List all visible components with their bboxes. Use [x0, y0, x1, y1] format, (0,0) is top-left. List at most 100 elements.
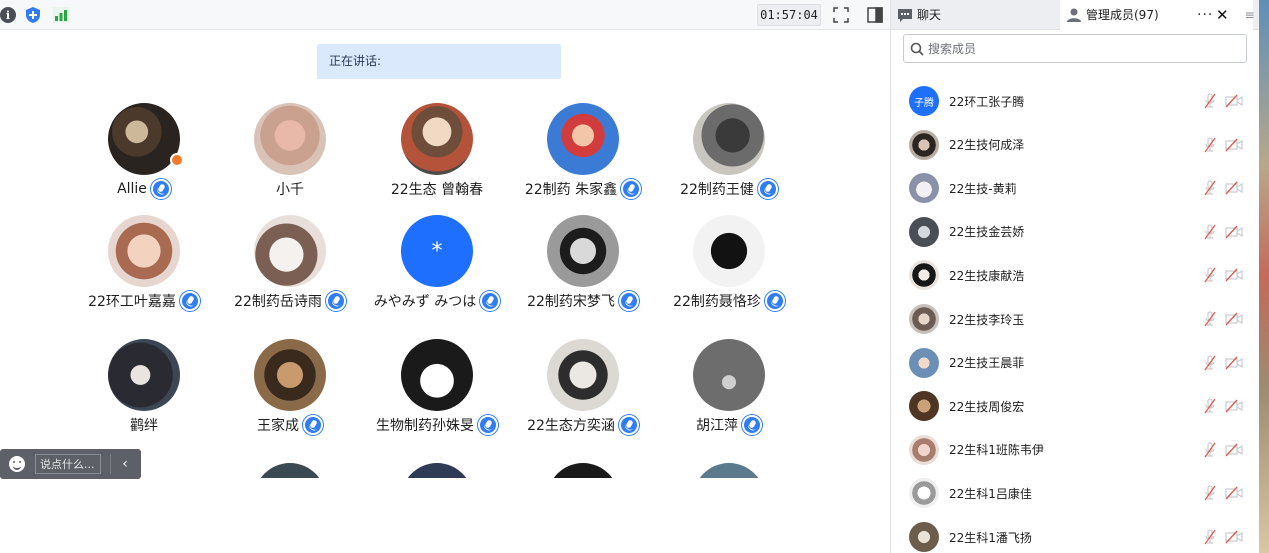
member-row[interactable]: 子腾 22环工张子腾: [891, 79, 1260, 123]
participant-name: 鹳绊: [130, 418, 158, 434]
member-row[interactable]: 22生科1班陈韦伊: [891, 428, 1260, 472]
mic-muted-icon[interactable]: [1203, 529, 1217, 545]
mic-on-icon: [480, 291, 501, 311]
member-row[interactable]: 22生技金芸娇: [891, 210, 1260, 254]
mic-muted-icon[interactable]: [1203, 485, 1217, 501]
camera-off-icon[interactable]: [1225, 181, 1243, 195]
participant-tile[interactable]: 生物制药孙姝旻: [364, 339, 510, 449]
participant-grid: 正在讲话: Allie 小千 22生态 曾翰春 22制药 朱家鑫 22制药王健 22环工叶…: [0, 0, 890, 478]
member-row[interactable]: 22生技康献浩: [891, 253, 1260, 297]
participant-name-row: 22生态方奕涵: [510, 415, 656, 435]
participant-tile[interactable]: 小千: [217, 103, 363, 213]
participant-tile[interactable]: 22生态方奕涵: [510, 339, 656, 449]
participant-tile[interactable]: 22制药岳诗雨: [217, 215, 363, 325]
participant-name-row: 22制药王健: [656, 179, 802, 199]
participant-name: 胡江萍: [696, 418, 738, 434]
member-avatar: [909, 522, 939, 552]
participant-tile[interactable]: 鹳绊: [71, 339, 217, 449]
participant-tile-partial[interactable]: [217, 463, 363, 478]
member-row[interactable]: 22生技周俊宏: [891, 384, 1260, 428]
camera-off-icon[interactable]: [1225, 225, 1243, 239]
camera-off-icon[interactable]: [1225, 312, 1243, 326]
mic-muted-icon[interactable]: [1203, 398, 1217, 414]
camera-off-icon[interactable]: [1225, 268, 1243, 282]
participant-name-row: 22制药岳诗雨: [217, 291, 363, 311]
mic-muted-icon[interactable]: [1203, 180, 1217, 196]
chat-input[interactable]: [35, 454, 101, 474]
mic-muted-icon[interactable]: [1203, 267, 1217, 283]
participant-avatar: [254, 463, 326, 478]
member-name: 22生技金芸娇: [949, 225, 1025, 240]
mic-muted-icon[interactable]: [1203, 442, 1217, 458]
camera-off-icon[interactable]: [1225, 138, 1243, 152]
mic-on-icon: [618, 415, 639, 435]
mic-on-icon: [618, 291, 639, 311]
camera-off-icon[interactable]: [1225, 530, 1243, 544]
participant-avatar: [547, 103, 619, 175]
member-name: 22生技康献浩: [949, 268, 1025, 283]
participant-tile[interactable]: 22环工叶嘉嘉: [71, 215, 217, 325]
participant-name: Allie: [117, 181, 147, 197]
participant-tile-partial[interactable]: [656, 463, 802, 478]
member-name: 22生技周俊宏: [949, 399, 1025, 414]
participant-name: 生物制药孙姝旻: [376, 418, 474, 434]
mic-muted-icon[interactable]: [1203, 136, 1217, 153]
participant-tile[interactable]: 22制药王健: [656, 103, 802, 213]
camera-off-icon[interactable]: [1225, 443, 1243, 457]
participant-avatar: *: [401, 215, 473, 287]
chevron-left-icon[interactable]: ‹: [115, 454, 135, 474]
camera-off-icon[interactable]: [1225, 399, 1243, 413]
participant-avatar: [401, 103, 473, 175]
panel-tabs: 聊天 管理成员(97) ··· ✕ ≡: [891, 0, 1260, 30]
mic-on-icon: [742, 415, 762, 435]
participant-name: 22制药王健: [680, 182, 754, 198]
mic-muted-icon[interactable]: [1203, 311, 1217, 327]
member-row[interactable]: 22生科1吕康佳: [891, 471, 1260, 515]
mic-on-icon: [621, 179, 642, 199]
member-name: 22生技王晨菲: [949, 356, 1025, 371]
participant-name: 22制药岳诗雨: [234, 294, 322, 310]
mic-on-icon: [764, 291, 785, 311]
participant-tile-partial[interactable]: [510, 463, 656, 478]
camera-off-icon[interactable]: [1225, 486, 1243, 500]
participant-name-row: 22环工叶嘉嘉: [71, 291, 217, 311]
camera-off-icon[interactable]: [1225, 94, 1243, 108]
member-name: 22生技何成泽: [949, 138, 1025, 153]
member-row[interactable]: 22生技何成泽: [891, 123, 1260, 167]
more-icon[interactable]: ···: [1197, 0, 1213, 30]
menu-icon[interactable]: ≡: [1239, 0, 1260, 30]
participant-tile[interactable]: 22制药聂恪珍: [656, 215, 802, 325]
member-name: 22生科1潘飞扬: [949, 530, 1032, 545]
close-icon[interactable]: ✕: [1216, 0, 1229, 30]
tab-chat[interactable]: 聊天: [891, 0, 1057, 30]
participant-avatar: [401, 463, 473, 478]
member-row[interactable]: 22生技李玲玉: [891, 297, 1260, 341]
member-row[interactable]: 22生技-黄莉: [891, 166, 1260, 210]
member-panel: 聊天 管理成员(97) ··· ✕ ≡ 子腾 22环工张子腾 22生技何成泽 22生技…: [890, 0, 1260, 553]
participant-tile[interactable]: * みやみず みつは: [364, 215, 510, 325]
tab-members[interactable]: 管理成员(97) ··· ✕: [1060, 0, 1253, 30]
mic-muted-icon[interactable]: [1203, 93, 1217, 109]
participant-name: 22环工叶嘉嘉: [88, 294, 176, 310]
participant-tile[interactable]: 胡江萍: [656, 339, 802, 449]
chat-icon: [898, 9, 912, 22]
mic-muted-icon[interactable]: [1203, 224, 1217, 240]
participant-tile[interactable]: Allie: [71, 103, 217, 213]
member-name: 22生技-黄莉: [949, 181, 1017, 196]
mic-muted-icon[interactable]: [1203, 354, 1217, 371]
participant-tile[interactable]: 王家成: [217, 339, 363, 449]
member-avatar: [909, 260, 939, 291]
participant-tile[interactable]: 22生态 曾翰春: [364, 103, 510, 213]
participant-tile-partial[interactable]: [364, 463, 510, 478]
participant-tile[interactable]: 22制药宋梦飞: [510, 215, 656, 325]
member-row[interactable]: 22生技王晨菲: [891, 341, 1260, 385]
mic-on-icon: [757, 179, 778, 199]
camera-off-icon[interactable]: [1225, 356, 1243, 370]
participant-tile[interactable]: 22制药 朱家鑫: [510, 103, 656, 213]
mic-on-icon: [179, 291, 200, 311]
participant-name: 22生态 曾翰春: [390, 182, 484, 198]
participant-avatar: [108, 215, 180, 287]
member-row[interactable]: 22生科1潘飞扬: [891, 515, 1260, 553]
emoji-icon[interactable]: [9, 456, 25, 472]
search-input[interactable]: [928, 41, 1228, 56]
